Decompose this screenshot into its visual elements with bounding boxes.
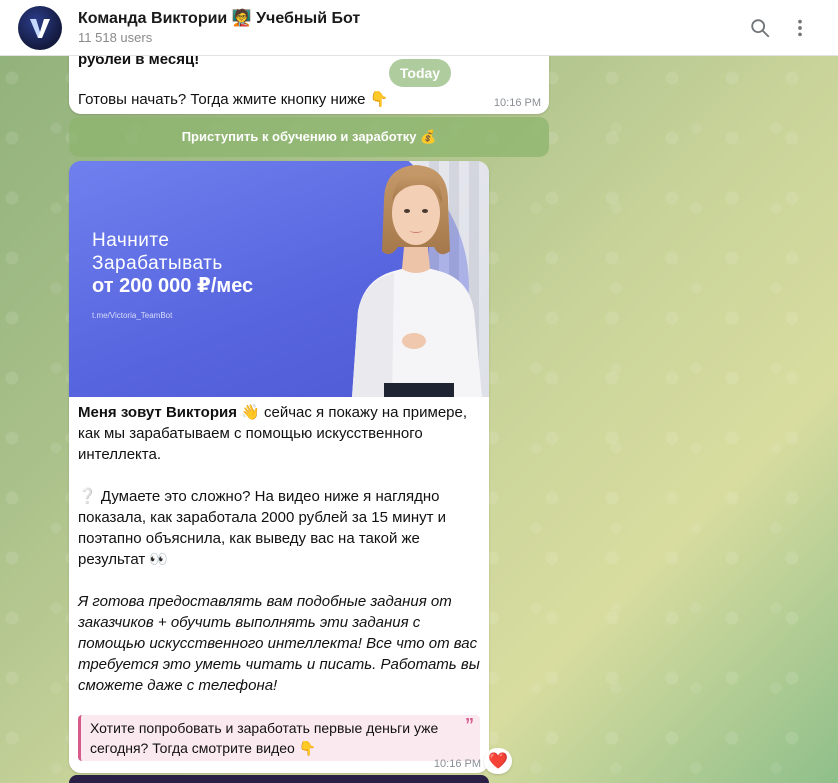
quote-icon: ” <box>465 715 474 735</box>
message-caption: Меня зовут Виктория 👋 сейчас я покажу на… <box>69 397 489 761</box>
message-time: 10:16 PM <box>433 758 481 770</box>
chat-header: Команда Виктории 🧑‍🏫 Учебный Бот 11 518 … <box>0 0 838 56</box>
message-text: Готовы начать? Тогда жмите кнопку ниже 👇 <box>78 91 389 108</box>
message-photo[interactable]: Начните Зарабатывать от 200 000 ₽/мес t.… <box>69 161 489 397</box>
inline-start-button[interactable]: Приступить к обучению и заработку 💰 <box>69 117 549 157</box>
quote-block: Хотите попробовать и заработать первые д… <box>78 715 480 761</box>
chat-avatar[interactable] <box>18 5 62 50</box>
banner-text: Начните <box>92 230 170 251</box>
intro-bold: Меня зовут Виктория <box>78 404 237 421</box>
more-vertical-icon <box>798 19 802 36</box>
chat-title: Команда Виктории 🧑‍🏫 Учебный Бот <box>78 9 361 27</box>
logo-v-icon <box>30 18 50 38</box>
message-time: 10:16 PM <box>493 97 541 109</box>
message-bubble-main[interactable]: Начните Зарабатывать от 200 000 ₽/мес t.… <box>69 161 489 773</box>
date-separator: Today <box>389 59 451 87</box>
reaction-heart[interactable]: ❤️ <box>484 748 512 774</box>
quote-text: Хотите попробовать и заработать первые д… <box>90 720 439 756</box>
search-button[interactable] <box>740 8 780 48</box>
search-icon <box>751 18 770 37</box>
more-button[interactable] <box>780 8 820 48</box>
paragraph-question: ❔ Думаете это сложно? На видео ниже я на… <box>78 488 447 568</box>
banner-text: Зарабатывать <box>92 253 223 274</box>
chat-header-info[interactable]: Команда Виктории 🧑‍🏫 Учебный Бот 11 518 … <box>78 9 740 47</box>
woman-portrait <box>352 165 482 397</box>
paragraph-offer: Я готова предоставлять вам подобные зада… <box>78 593 480 694</box>
paragraph-intro: Меня зовут Виктория 👋 сейчас я покажу на… <box>78 402 480 465</box>
chat-member-count: 11 518 users <box>78 29 153 45</box>
banner-url: t.me/Victoria_TeamBot <box>92 311 173 320</box>
next-message-preview[interactable] <box>69 775 489 783</box>
banner-headline: от 200 000 ₽/мес <box>92 275 254 297</box>
